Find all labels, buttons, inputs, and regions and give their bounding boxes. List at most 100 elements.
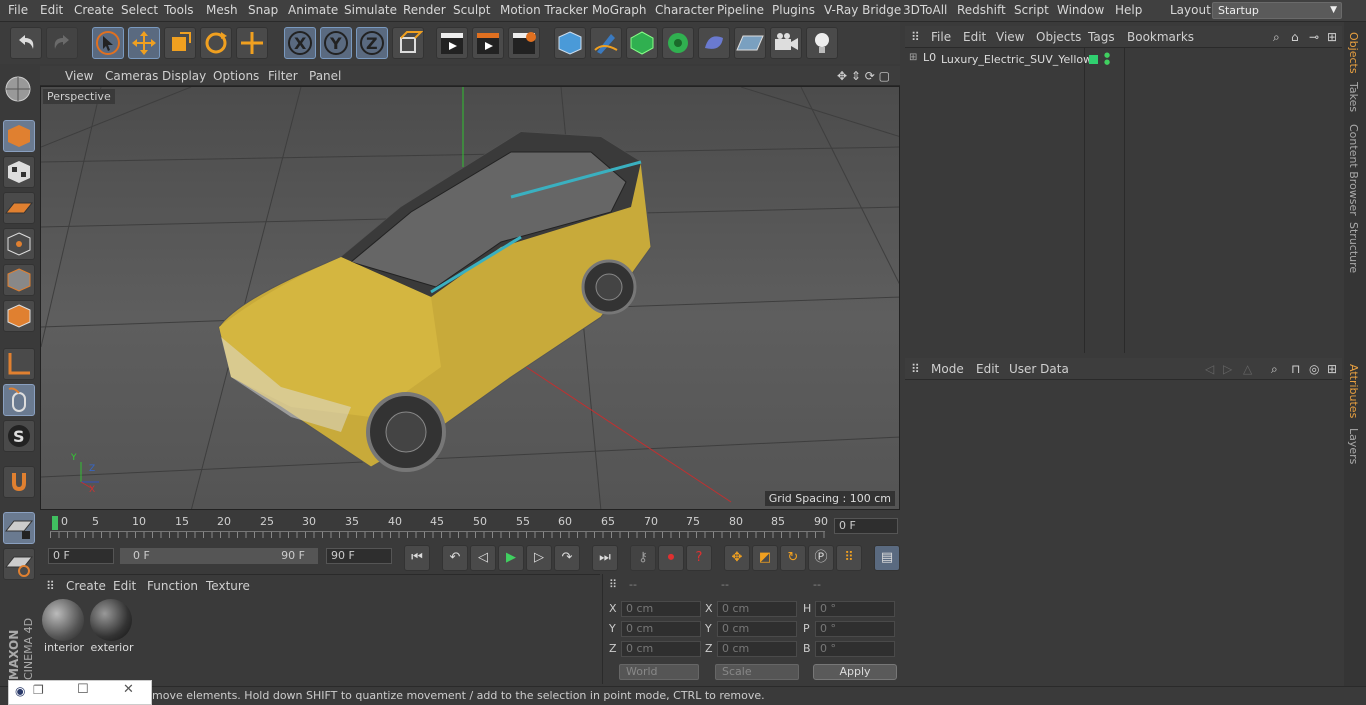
tab-objects[interactable]: Objects <box>1347 32 1360 74</box>
search-icon[interactable]: ⌕ <box>1273 30 1280 45</box>
home-icon[interactable]: ⌂ <box>1291 30 1299 44</box>
render-settings-button[interactable] <box>508 27 540 59</box>
expand-icon[interactable]: ⊞ <box>1327 362 1337 376</box>
object-row[interactable]: ⊞ L0 Luxury_Electric_SUV_Yellow ● ● <box>905 50 1342 70</box>
rotate-tool-button[interactable] <box>200 27 232 59</box>
vp-menu-filter[interactable]: Filter <box>268 69 298 83</box>
menu-3dtoall[interactable]: 3DToAll <box>903 3 947 17</box>
texture-mode-button[interactable] <box>3 156 35 188</box>
cube-button[interactable] <box>554 27 586 59</box>
menu-plugins[interactable]: Plugins <box>772 3 815 17</box>
scale-tool-button[interactable] <box>164 27 196 59</box>
obj-menu-bookmarks[interactable]: Bookmarks <box>1127 30 1194 44</box>
start-frame-field[interactable]: 0 F <box>48 548 114 564</box>
next-frame-button[interactable]: ▷ <box>526 545 552 571</box>
minimized-window[interactable]: ◉ ❐ ☐ ✕ <box>8 680 152 705</box>
viewport[interactable]: Y Z X Perspective Grid Spacing : 100 cm <box>40 86 900 510</box>
prev-key-button[interactable]: ↶ <box>442 545 468 571</box>
light-button[interactable] <box>806 27 838 59</box>
forward-arrow-icon[interactable]: ▷ <box>1223 362 1232 376</box>
deformer-button[interactable] <box>698 27 730 59</box>
workplane-mode-button[interactable] <box>3 548 35 580</box>
visibility-dots-icon[interactable]: ● ● <box>1104 52 1110 66</box>
render-picture-viewer-button[interactable] <box>472 27 504 59</box>
search-icon[interactable]: ⌕ <box>1271 362 1278 377</box>
expand-icon[interactable]: ⊞ <box>1327 30 1337 44</box>
x-axis-button[interactable]: X <box>284 27 316 59</box>
cloner-button[interactable] <box>662 27 694 59</box>
scale-dropdown[interactable]: Scale <box>715 664 799 680</box>
next-key-button[interactable]: ↷ <box>554 545 580 571</box>
restore-icon[interactable]: ❐ <box>33 683 44 697</box>
attr-menu-edit[interactable]: Edit <box>976 362 999 376</box>
size-y-field[interactable]: 0 cm <box>717 621 797 637</box>
layout-select[interactable]: Startup ▼ <box>1212 2 1342 19</box>
current-frame-field[interactable]: 0 F <box>834 518 898 534</box>
prev-frame-button[interactable]: ◁ <box>470 545 496 571</box>
play-button[interactable]: ▶ <box>498 545 524 571</box>
redo-button[interactable] <box>46 27 78 59</box>
back-arrow-icon[interactable]: ◁ <box>1205 362 1214 376</box>
position-z-field[interactable]: 0 cm <box>621 641 701 657</box>
timeline-playhead[interactable] <box>52 516 58 530</box>
record-keys-button[interactable]: ⚷ <box>630 545 656 571</box>
key-param-button[interactable]: Ⓟ <box>808 545 834 571</box>
close-icon[interactable]: ✕ <box>123 682 134 697</box>
menu-edit[interactable]: Edit <box>40 3 63 17</box>
menu-motion-tracker[interactable]: Motion Tracker <box>500 3 588 17</box>
make-editable-button[interactable] <box>3 74 35 106</box>
subdivision-button[interactable] <box>626 27 658 59</box>
up-arrow-icon[interactable]: △ <box>1243 362 1252 376</box>
tab-attributes[interactable]: Attributes <box>1347 364 1360 418</box>
rotation-p-field[interactable]: 0 ° <box>815 621 895 637</box>
z-axis-button[interactable]: Z <box>356 27 388 59</box>
obj-menu-file[interactable]: File <box>931 30 951 44</box>
key-pla-button[interactable]: ⠿ <box>836 545 862 571</box>
timeline[interactable]: 0 5 10 15 20 25 30 35 40 45 50 55 60 65 … <box>40 512 900 542</box>
record-button[interactable]: ⏺ <box>658 545 684 571</box>
axis-mode-button[interactable] <box>3 348 35 380</box>
key-position-button[interactable]: ✥ <box>724 545 750 571</box>
workplane-button[interactable] <box>3 192 35 224</box>
lock-workplane-button[interactable] <box>3 512 35 544</box>
y-axis-button[interactable]: Y <box>320 27 352 59</box>
undo-button[interactable] <box>10 27 42 59</box>
key-scale-button[interactable]: ◩ <box>752 545 778 571</box>
tab-content-browser[interactable]: Content Browser <box>1347 124 1360 216</box>
solo-button[interactable]: S <box>3 420 35 452</box>
target-icon[interactable]: ◎ <box>1309 362 1319 376</box>
vp-menu-panel[interactable]: Panel <box>309 69 341 83</box>
go-to-start-button[interactable]: ⏮ <box>404 545 430 571</box>
menu-snap[interactable]: Snap <box>248 3 278 17</box>
obj-menu-edit[interactable]: Edit <box>963 30 986 44</box>
frame-range-slider[interactable]: 0 F 90 F <box>120 548 318 564</box>
key-rotation-button[interactable]: ↻ <box>780 545 806 571</box>
maximize-icon[interactable]: ☐ <box>77 682 89 697</box>
mat-menu-edit[interactable]: Edit <box>113 579 136 593</box>
attr-menu-mode[interactable]: Mode <box>931 362 964 376</box>
material-interior[interactable]: interior <box>42 599 86 657</box>
layer-color-swatch[interactable] <box>1089 55 1098 64</box>
pen-button[interactable] <box>590 27 622 59</box>
menu-vray-bridge[interactable]: V-Ray Bridge <box>824 3 901 17</box>
snap-button[interactable] <box>3 466 35 498</box>
move-tool-button[interactable] <box>128 27 160 59</box>
world-dropdown[interactable]: World <box>619 664 699 680</box>
menu-script[interactable]: Script <box>1014 3 1049 17</box>
select-tool-button[interactable] <box>92 27 124 59</box>
menu-mesh[interactable]: Mesh <box>206 3 238 17</box>
size-x-field[interactable]: 0 cm <box>717 601 797 617</box>
end-frame-field[interactable]: 90 F <box>326 548 392 564</box>
menu-pipeline[interactable]: Pipeline <box>717 3 764 17</box>
menu-tools[interactable]: Tools <box>164 3 194 17</box>
attr-menu-user-data[interactable]: User Data <box>1009 362 1069 376</box>
go-to-end-button[interactable]: ⏭ <box>592 545 618 571</box>
material-exterior[interactable]: exterior <box>90 599 134 657</box>
viewport-camera-label[interactable]: Perspective <box>43 89 115 104</box>
transform-tool-button[interactable] <box>236 27 268 59</box>
menu-help[interactable]: Help <box>1115 3 1142 17</box>
menu-file[interactable]: File <box>8 3 28 17</box>
apply-button[interactable]: Apply <box>813 664 897 680</box>
edges-mode-button[interactable] <box>3 264 35 296</box>
menu-window[interactable]: Window <box>1057 3 1104 17</box>
